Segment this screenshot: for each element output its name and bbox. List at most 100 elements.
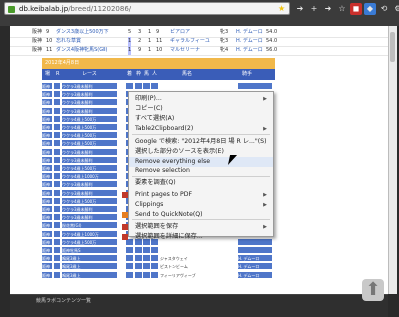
menu-item-12[interactable]: 選択範囲を保存 ▶ [122, 222, 273, 232]
race-link[interactable]: ウクラ3歳未勝利 [62, 148, 117, 155]
cell-place: 阪神 [32, 38, 43, 44]
race-link[interactable]: ウクラ4歳上500万 [62, 165, 117, 171]
horse-link[interactable]: ピストンビーム [160, 263, 220, 270]
jockey-link[interactable]: H. デムーロ [238, 255, 272, 262]
wrench-icon[interactable]: ⚙ [392, 3, 399, 15]
horse-link[interactable]: ジャスタウェイ [160, 255, 220, 262]
race-link[interactable]: 忘れな草賞 [56, 37, 81, 46]
cell-place: 阪神 [42, 197, 52, 204]
menu-item-4[interactable]: Google で検索: "2012年4月8日 場 R レ..."(S) [129, 137, 273, 147]
date-banner: 2012年4月8日 [42, 58, 275, 69]
browser-toolbar: db.keibalab.jp/breed/11202086/ ★ ➔ + ➜ ☆… [0, 0, 399, 19]
menu-item-13[interactable]: 選択範囲を詳細に保存... [122, 232, 273, 242]
arrow-icon[interactable]: ➔ [294, 3, 306, 15]
race-link[interactable]: ウクラ4歳上500万 [62, 132, 117, 139]
horse-link[interactable]: フィーリアヴィーブ [160, 271, 220, 278]
menu-item-9[interactable]: Print pages to PDF ▶ [122, 190, 273, 200]
race-link[interactable]: ウクラ3歳未勝利 [62, 181, 117, 188]
submenu-arrow-icon: ▶ [263, 126, 267, 132]
race-link[interactable]: 鳴尾3歳上 [62, 263, 117, 270]
cell-place: 阪神 [42, 263, 52, 270]
race-link[interactable]: ダンス4阪神牝馬S(GⅡ) [56, 46, 108, 55]
cell-r [54, 181, 60, 188]
race-link[interactable]: 阪神牝馬S [62, 247, 117, 253]
race-link[interactable]: ウクラ4歳上1000万 [62, 173, 117, 180]
menu-item-0[interactable]: 印刷(P)... ▶ [129, 94, 273, 104]
race-link[interactable]: ウクラ4歳上500万 [62, 140, 117, 147]
race-link[interactable]: ウクラ3歳未勝利 [62, 189, 117, 196]
header-r: R [56, 71, 60, 77]
menu-item-10[interactable]: Clippings ▶ [129, 200, 273, 210]
cell-place: 阪神 [42, 115, 52, 122]
cell-r [54, 156, 60, 163]
race-link[interactable]: ウクラ4歳上500万 [62, 124, 117, 130]
race-link[interactable]: ウクラ3歳未勝利 [62, 83, 117, 89]
horse-link[interactable]: ピアロア [170, 28, 190, 37]
cell-r [54, 124, 60, 130]
race-link[interactable]: 桜花賞(GⅠ) [62, 222, 117, 229]
bookmark-star-icon[interactable]: ★ [278, 3, 285, 14]
horse-link[interactable]: ギャラルフィーユ [170, 37, 210, 46]
race-link[interactable]: ウクラ3歳未勝利 [62, 156, 117, 163]
cell-place: 阪神 [42, 181, 52, 188]
cell-weight: 54.0 [266, 38, 278, 44]
menu-item-8[interactable]: 要素を調査(Q) [129, 178, 273, 188]
cell-num: 10 [46, 38, 53, 44]
cell-place: 阪神 [42, 124, 52, 130]
table-row: 阪神 11 ダンス4阪神牝馬S(GⅡ) 1 9 1 10 マルセリーナ 牝4 H… [10, 46, 388, 56]
cell-popularity [151, 247, 158, 253]
header-place: 場 [45, 71, 51, 77]
sync-icon[interactable]: ⟲ [378, 3, 390, 15]
extension-blue-icon[interactable]: ◆ [364, 3, 376, 15]
menu-item-label: 選択した部分のソースを表示(E) [135, 148, 224, 155]
menu-item-label: 印刷(P)... [135, 95, 162, 102]
scrollbar-thumb[interactable] [390, 32, 395, 62]
menu-item-2[interactable]: すべて選択(A) [129, 114, 273, 124]
horse-link[interactable]: マルセリーナ [170, 46, 200, 55]
menu-item-7[interactable]: Remove selection [129, 166, 273, 176]
race-link[interactable]: 鳴尾3歳上 [62, 255, 117, 262]
race-link[interactable]: ダンス3歳以上500万下 [56, 28, 109, 37]
jockey-link[interactable]: H. デムーロ [236, 37, 263, 46]
footer-link[interactable]: 競馬ラボコンテンツ一覧 [36, 297, 91, 304]
jockey-link[interactable]: H. デムーロ [236, 28, 263, 37]
cell-jockey [238, 83, 272, 89]
jockey-link[interactable]: H. デムーロ [238, 263, 272, 270]
address-bar[interactable]: db.keibalab.jp/breed/11202086/ [4, 2, 290, 15]
jockey-link[interactable]: H. デムーロ [236, 46, 263, 55]
cell-c: 1 [148, 38, 152, 44]
race-link[interactable]: ウクラ4歳上500万 [62, 115, 117, 122]
arrow-right-icon[interactable]: ➜ [322, 3, 334, 15]
race-link[interactable]: ウクラ3歳未勝利 [62, 214, 117, 221]
race-link[interactable]: ウクラ3歳未勝利 [62, 107, 117, 114]
vertical-scrollbar[interactable] [388, 26, 397, 294]
cell-d: 10 [156, 47, 163, 53]
header-jockey: 騎手 [242, 71, 253, 77]
race-link[interactable]: ウクラ3歳未勝利 [62, 206, 117, 212]
cell-place: 阪神 [42, 140, 52, 147]
header-popularity: 人 [152, 71, 158, 77]
header-finish: 着 [127, 71, 133, 77]
context-menu: 印刷(P)... ▶ コピー(C) すべて選択(A) Table2Clipboard(2… [122, 91, 274, 240]
menu-item-1[interactable]: コピー(C) [129, 104, 273, 114]
race-link[interactable]: ウクラ4歳上500万 [62, 238, 117, 245]
favicon-icon [8, 6, 15, 13]
race-link[interactable]: ウクラ4歳上1000万 [62, 230, 117, 237]
extension-red-icon[interactable]: ◼ [350, 3, 362, 15]
race-link[interactable]: ウクラ3歳未勝利 [62, 91, 117, 98]
menu-item-3[interactable]: Table2Clipboard(2) ▶ [129, 124, 273, 134]
cell-place: 阪神 [42, 214, 52, 221]
scroll-top-arrow-icon[interactable]: ⬆ [362, 279, 384, 301]
header-horse-num: 馬 [144, 71, 150, 77]
star-icon[interactable]: ☆ [336, 3, 348, 15]
race-link[interactable]: ウクラ3歳未勝利 [62, 99, 117, 106]
menu-item-5[interactable]: 選択した部分のソースを表示(E) [129, 147, 273, 157]
url-path: /breed/11202086/ [68, 5, 132, 13]
menu-item-icon [122, 212, 128, 218]
race-link[interactable]: ウクラ4歳上500万 [62, 197, 117, 204]
cell-place: 阪神 [42, 206, 52, 212]
plus-icon[interactable]: + [308, 3, 320, 15]
jockey-link[interactable]: H. デムーロ [238, 271, 272, 278]
race-link[interactable]: 鳴尾3歳上 [62, 271, 117, 278]
cell-r [54, 189, 60, 196]
